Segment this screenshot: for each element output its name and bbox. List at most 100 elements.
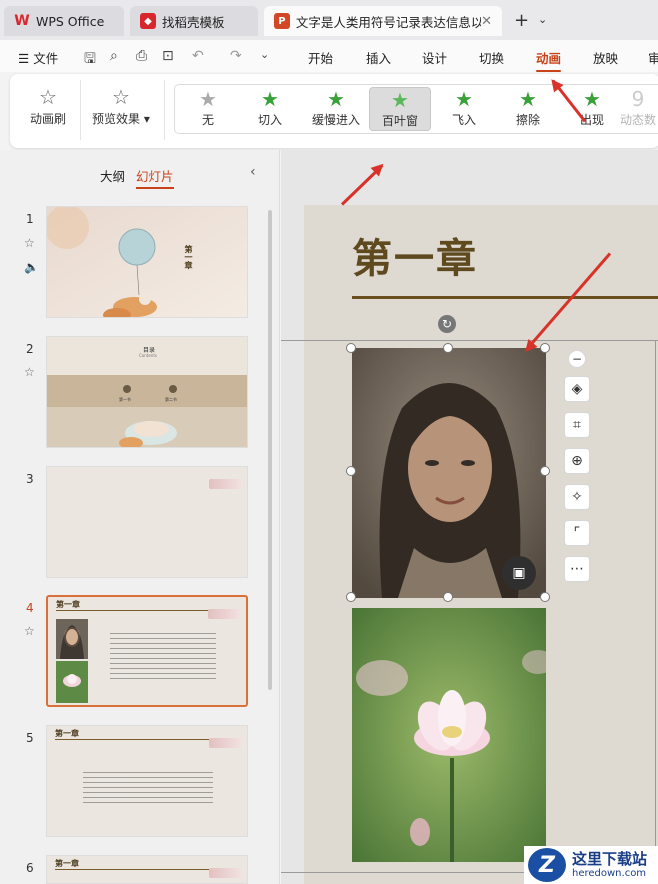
format-painter-icon[interactable]: ⌕ (110, 48, 118, 64)
new-tab-icon[interactable]: + (514, 10, 529, 31)
preview-icon: ☆ (111, 85, 130, 109)
effect-label: 缓慢进入 (311, 113, 360, 127)
slide-number: 2 (26, 342, 34, 356)
rotate-icon[interactable]: ↻ (438, 315, 456, 333)
tab-insert[interactable]: 插入 (366, 48, 391, 67)
close-icon[interactable]: ✕ (481, 14, 492, 29)
effect-dynamic-number[interactable]: 9 动态数 (613, 87, 658, 131)
tab-review[interactable]: 审 (648, 48, 658, 67)
file-menu-label: 文件 (33, 51, 59, 66)
menu-row: ☰ 文件 🖫 ⌕ ⎙ ⊡ ↶ ↷ ⌄ 开始 插入 设计 切换 动画 放映 审 (0, 40, 658, 72)
more-options-icon[interactable]: ⋯ (564, 556, 590, 582)
thumb-title: 第一章 (55, 859, 79, 868)
slide-thumbnail-3[interactable] (46, 466, 248, 578)
collapse-icon[interactable]: ‹ (250, 164, 256, 180)
star-icon: ★ (199, 87, 217, 111)
slide-2-item: 第二节 (165, 397, 177, 402)
scan-icon[interactable]: ⌜ (564, 520, 590, 546)
star-icon: ★ (519, 87, 537, 111)
effect-none[interactable]: ★ 无 (177, 87, 239, 131)
decoration (208, 609, 240, 619)
slide-thumbnail-2[interactable]: 目录 Contents 第一节 第二节 (46, 336, 248, 448)
tab-template[interactable]: ◆ 找稻壳模板 (130, 6, 258, 36)
effect-wipe[interactable]: ★ 擦除 (497, 87, 559, 131)
tab-design[interactable]: 设计 (422, 48, 447, 67)
more-icon[interactable]: ⌄ (260, 48, 269, 61)
lotus-mini (63, 674, 81, 687)
decoration (209, 868, 241, 878)
slide-thumbnail-1[interactable]: 第一章 (46, 206, 248, 318)
effect-cut-in[interactable]: ★ 切入 (239, 87, 301, 131)
thumb-title: 第一章 (55, 729, 79, 738)
effect-label: 切入 (257, 113, 282, 127)
resize-handle[interactable] (540, 343, 550, 353)
effect-label: 百叶窗 (381, 114, 418, 128)
effect-label: 擦除 (515, 113, 540, 127)
magic-wand-icon[interactable]: ✧ (564, 484, 590, 510)
tab-wps-office[interactable]: W WPS Office (4, 6, 124, 36)
template-logo-icon: ◆ (140, 13, 156, 29)
save-icon[interactable]: 🖫 (84, 48, 96, 72)
resize-handle[interactable] (540, 466, 550, 476)
preview-effect-text: 预览效果 (92, 112, 141, 126)
tab-animation[interactable]: 动画 (536, 48, 562, 72)
tab-label: WPS Office (36, 13, 105, 29)
slide-thumbnail-4[interactable]: 第一章 (46, 595, 248, 707)
lotus-image[interactable] (352, 608, 546, 862)
print-preview-icon[interactable]: ⊡ (162, 48, 174, 64)
star-icon: ★ (327, 87, 345, 111)
resize-handle[interactable] (443, 592, 453, 602)
slide-number: 4 (26, 601, 34, 615)
preview-effect-button[interactable]: ☆ 预览效果 ▾ (92, 84, 150, 127)
tab-label: 文字是人类用符号记录表达信息以 (295, 14, 482, 30)
tab-home[interactable]: 开始 (308, 48, 333, 67)
file-menu[interactable]: ☰ 文件 (18, 48, 58, 67)
resize-handle[interactable] (443, 343, 453, 353)
resize-handle[interactable] (346, 466, 356, 476)
slide-2-item: 第一节 (119, 397, 131, 402)
tab-slides[interactable]: 幻灯片 (136, 166, 174, 189)
tab-label: 找稻壳模板 (162, 14, 225, 30)
redo-icon[interactable]: ↷ (230, 48, 242, 64)
slide-thumbnail-5[interactable]: 第一章 (46, 725, 248, 837)
tab-bar: W WPS Office ◆ 找稻壳模板 P 文字是人类用符号记录表达信息以 ✕… (0, 0, 658, 40)
resize-handle[interactable] (346, 592, 356, 602)
ribbon-divider (164, 80, 165, 140)
print-icon[interactable]: ⎙ (136, 48, 147, 64)
effect-slow-enter[interactable]: ★ 缓慢进入 (305, 87, 367, 131)
presentation-logo-icon: P (274, 13, 290, 29)
star-icon: ★ (583, 87, 601, 111)
zoom-in-icon[interactable]: ⊕ (564, 448, 590, 474)
tab-document[interactable]: P 文字是人类用符号记录表达信息以 ✕ (264, 6, 502, 36)
layers-icon[interactable]: ◈ (564, 376, 590, 402)
slide-number: 6 (26, 861, 34, 875)
title-underline (352, 296, 658, 299)
chevron-down-icon[interactable]: ⌄ (538, 13, 547, 26)
resize-handle[interactable] (346, 343, 356, 353)
portrait-mini (60, 625, 84, 659)
tab-slideshow[interactable]: 放映 (593, 48, 618, 67)
undo-icon[interactable]: ↶ (192, 48, 204, 64)
star-icon: ★ (261, 87, 279, 111)
scrollbar[interactable] (268, 210, 272, 690)
effect-blinds[interactable]: ★ 百叶窗 (369, 87, 431, 131)
animation-brush-icon: ☆ (39, 85, 57, 109)
animation-star-icon: ☆ (24, 236, 35, 250)
image-icon[interactable]: ▣ (502, 556, 536, 590)
tab-transition[interactable]: 切换 (479, 48, 504, 67)
thumb-body-text (110, 633, 216, 679)
slide-thumbnail-6[interactable]: 第一章 (46, 855, 248, 884)
slide-title[interactable]: 第一章 (352, 226, 478, 284)
resize-handle[interactable] (540, 592, 550, 602)
effect-fly-in[interactable]: ★ 飞入 (433, 87, 495, 131)
crop-icon[interactable]: ⌗ (564, 412, 590, 438)
animation-brush-button[interactable]: ☆ 动画刷 (30, 84, 66, 127)
watermark-logo: Z (528, 848, 566, 882)
watermark-cn: 这里下载站 (572, 849, 648, 868)
thumb-title: 第一章 (56, 600, 80, 609)
watermark: Z 这里下载站 heredown.com (524, 846, 658, 884)
collapse-toolbar-icon[interactable]: − (568, 350, 586, 368)
tab-outline[interactable]: 大纲 (100, 166, 125, 185)
slide-number: 1 (26, 212, 34, 226)
decoration (209, 738, 241, 748)
